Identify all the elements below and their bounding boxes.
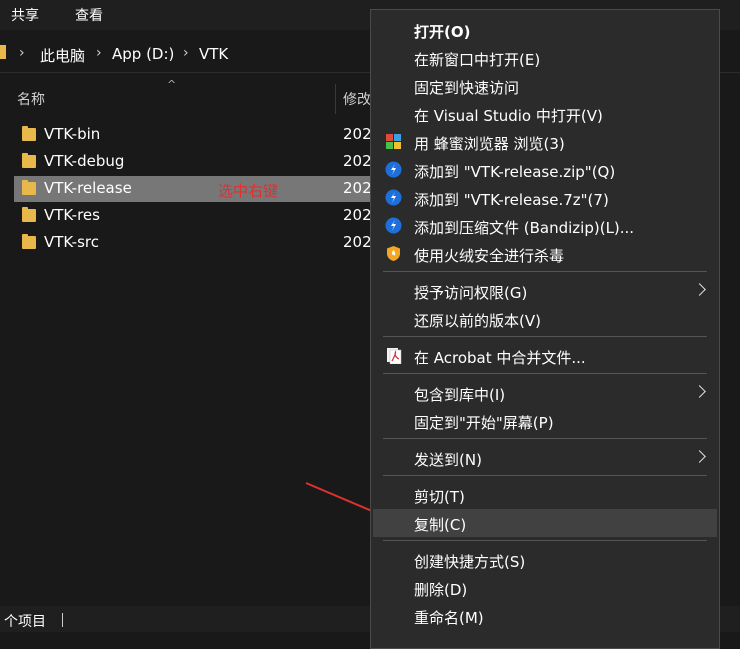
menu-item-open-new-window[interactable]: 在新窗口中打开(E) [373,44,717,72]
menu-item-pin-quick-access[interactable]: 固定到快速访问 [373,72,717,100]
menu-item-add-archive[interactable]: 添加到压缩文件 (Bandizip)(L)... [373,212,717,240]
menu-item-browse-honey[interactable]: 用 蜂蜜浏览器 浏览(3) [373,128,717,156]
menu-item-acrobat-merge[interactable]: 在 Acrobat 中合并文件... [373,342,717,370]
menu-item-label: 剪切(T) [414,488,465,506]
file-date: 202 [343,179,372,197]
menu-item-open[interactable]: 打开(O) [373,16,717,44]
file-date: 202 [343,206,372,224]
menu-item-label: 添加到 "VTK-release.zip"(Q) [414,163,616,181]
folder-icon [22,153,36,168]
menu-item-copy[interactable]: 复制(C) [373,509,717,537]
menu-item-label: 删除(D) [414,581,468,599]
column-modified[interactable]: 修改 [343,89,371,109]
menu-separator [383,438,707,439]
menu-item-label: 复制(C) [414,516,467,534]
breadcrumb-separator: › [19,45,25,61]
menu-separator [383,271,707,272]
menu-item-cut[interactable]: 剪切(T) [373,481,717,509]
menu-item-label: 创建快捷方式(S) [414,553,526,571]
menu-item-label: 重命名(M) [414,609,484,627]
file-row[interactable]: VTK-res 202 [14,203,374,229]
bandizip-icon [385,161,402,178]
breadcrumb-this-pc[interactable]: 此电脑 [40,45,85,66]
ribbon-tab-view[interactable]: 查看 [75,5,103,25]
file-row[interactable]: VTK-bin 202 [14,122,374,148]
menu-separator [383,540,707,541]
file-name: VTK-release [44,179,132,197]
menu-item-pin-start[interactable]: 固定到"开始"屏幕(P) [373,407,717,435]
breadcrumb-vtk[interactable]: VTK [199,45,228,63]
menu-separator [383,373,707,374]
folder-icon [22,180,36,195]
menu-item-label: 还原以前的版本(V) [414,312,541,330]
folder-icon [22,207,36,222]
menu-item-label: 固定到"开始"屏幕(P) [414,414,554,432]
status-divider [62,613,63,627]
item-count: 个项目 [4,614,46,630]
file-date: 202 [343,152,372,170]
menu-item-label: 在 Acrobat 中合并文件... [414,349,586,367]
breadcrumb-separator: › [183,45,189,61]
menu-item-label: 包含到库中(I) [414,386,506,404]
menu-item-add-zip[interactable]: 添加到 "VTK-release.zip"(Q) [373,156,717,184]
menu-item-include-library[interactable]: 包含到库中(I) [373,379,717,407]
honey-browser-icon [386,134,401,149]
menu-item-scan-virus[interactable]: 使用火绒安全进行杀毒 [373,240,717,268]
ribbon-tab-share[interactable]: 共享 [11,5,39,25]
menu-item-label: 添加到 "VTK-release.7z"(7) [414,191,609,209]
menu-item-label: 在新窗口中打开(E) [414,51,541,69]
menu-item-label: 添加到压缩文件 (Bandizip)(L)... [414,219,635,237]
menu-separator [383,336,707,337]
annotation-text: 选中右键 [218,182,279,200]
breadcrumb-drive[interactable]: App (D:) [112,45,174,63]
menu-item-label: 在 Visual Studio 中打开(V) [414,107,603,125]
menu-item-label: 打开(O) [414,23,471,41]
sort-indicator-icon: ^ [167,78,177,91]
menu-item-label: 授予访问权限(G) [414,284,528,302]
menu-item-add-7z[interactable]: 添加到 "VTK-release.7z"(7) [373,184,717,212]
chevron-right-icon [693,450,706,463]
shield-icon [387,246,400,261]
column-name[interactable]: 名称 [17,89,45,109]
menu-item-label: 固定到快速访问 [414,79,520,97]
menu-item-restore-versions[interactable]: 还原以前的版本(V) [373,305,717,333]
file-row[interactable]: VTK-debug 202 [14,149,374,175]
menu-item-create-shortcut[interactable]: 创建快捷方式(S) [373,546,717,574]
menu-item-grant-access[interactable]: 授予访问权限(G) [373,277,717,305]
menu-item-rename[interactable]: 重命名(M) [373,602,717,630]
file-row[interactable]: VTK-src 202 [14,230,374,256]
menu-item-label: 用 蜂蜜浏览器 浏览(3) [414,135,565,153]
file-row-selected[interactable]: VTK-release 202 [14,176,374,202]
chevron-right-icon [693,385,706,398]
file-date: 202 [343,125,372,143]
folder-icon [0,45,6,59]
file-name: VTK-res [44,206,100,224]
menu-item-delete[interactable]: 删除(D) [373,574,717,602]
column-divider[interactable] [335,84,336,114]
chevron-right-icon [693,283,706,296]
menu-item-send-to[interactable]: 发送到(N) [373,444,717,472]
menu-separator [383,475,707,476]
bandizip-icon [385,217,402,234]
bandizip-icon [385,189,402,206]
menu-item-label: 使用火绒安全进行杀毒 [414,247,565,265]
menu-item-open-visual-studio[interactable]: 在 Visual Studio 中打开(V) [373,100,717,128]
breadcrumb-separator: › [96,45,102,61]
folder-icon [22,234,36,249]
file-name: VTK-debug [44,152,125,170]
folder-icon [22,126,36,141]
file-name: VTK-bin [44,125,101,143]
acrobat-icon [387,348,402,364]
file-name: VTK-src [44,233,99,251]
context-menu: 打开(O) 在新窗口中打开(E) 固定到快速访问 在 Visual Studio… [370,9,720,649]
file-date: 202 [343,233,372,251]
menu-item-label: 发送到(N) [414,451,482,469]
